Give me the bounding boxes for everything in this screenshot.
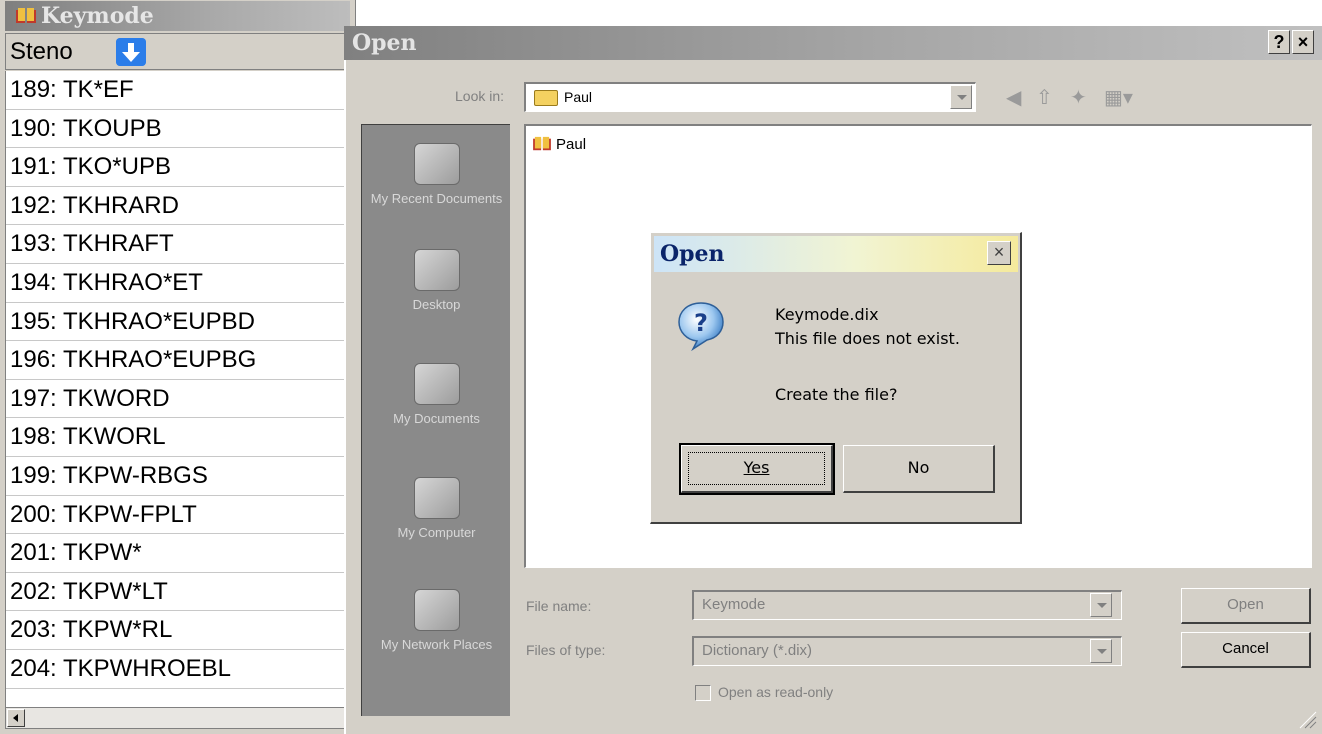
place-network-places[interactable]: My Network Places	[362, 589, 511, 653]
steno-list-item[interactable]: 189: TK*EF	[6, 71, 350, 110]
look-in-value: Paul	[564, 89, 593, 105]
steno-list-item[interactable]: 204: TKPWHROEBL	[6, 650, 350, 689]
svg-text:?: ?	[694, 309, 708, 337]
confirm-question: Create the file?	[775, 385, 898, 404]
confirm-file-name: Keymode.dix	[775, 305, 879, 324]
computer-icon	[413, 477, 460, 519]
steno-list-item[interactable]: 202: TKPW*LT	[6, 573, 350, 612]
confirm-dialog: Open × ? Keymode.dix This file does not …	[650, 232, 1022, 524]
steno-list[interactable]: 189: TK*EF 190: TKOUPB 191: TKO*UPB 192: TK…	[5, 71, 350, 707]
file-type-label: Files of type:	[526, 642, 606, 658]
cancel-button[interactable]: Cancel	[1181, 632, 1311, 668]
confirm-message: This file does not exist.	[775, 329, 960, 348]
focus-rectangle	[688, 452, 825, 485]
new-folder-icon[interactable]: ✦	[1070, 88, 1087, 108]
clock-icon	[413, 143, 460, 185]
question-icon: ?	[678, 302, 724, 351]
folder-icon	[534, 90, 558, 106]
file-name-dropdown-button[interactable]	[1090, 593, 1112, 617]
views-menu-icon[interactable]: ▦▾	[1104, 88, 1133, 108]
look-in-combobox[interactable]: Paul	[524, 82, 976, 112]
file-type-dropdown-button[interactable]	[1090, 639, 1112, 663]
sort-down-arrow-icon[interactable]	[116, 38, 146, 66]
places-bar: My Recent Documents Desktop My Documents…	[361, 124, 510, 716]
steno-list-item[interactable]: 193: TKHRAFT	[6, 225, 350, 264]
open-dialog-title-bar[interactable]: Open	[344, 26, 1322, 60]
steno-list-item[interactable]: 201: TKPW*	[6, 534, 350, 573]
steno-list-item[interactable]: 190: TKOUPB	[6, 110, 350, 149]
help-button[interactable]: ?	[1268, 30, 1290, 54]
read-only-checkbox[interactable]	[695, 685, 711, 701]
keymode-title: Keymode	[41, 3, 154, 29]
steno-list-item[interactable]: 194: TKHRAO*ET	[6, 264, 350, 303]
file-type-select[interactable]: Dictionary (*.dix)	[692, 636, 1122, 666]
steno-list-item[interactable]: 195: TKHRAO*EUPBD	[6, 303, 350, 342]
keymode-window: Keymode Steno 189: TK*EF 190: TKOUPB 191: …	[0, 0, 356, 734]
place-label: My Recent Documents	[370, 191, 503, 206]
back-icon[interactable]: ◀	[1006, 88, 1021, 108]
place-recent-documents[interactable]: My Recent Documents	[362, 143, 511, 207]
steno-column-header[interactable]: Steno	[5, 33, 350, 70]
file-name-input[interactable]: Keymode	[692, 590, 1122, 620]
yes-button[interactable]: Yes	[679, 443, 835, 495]
steno-list-item[interactable]: 192: TKHRARD	[6, 187, 350, 226]
steno-list-item[interactable]: 196: TKHRAO*EUPBG	[6, 341, 350, 380]
steno-list-item[interactable]: 191: TKO*UPB	[6, 148, 350, 187]
place-label: My Computer	[397, 525, 476, 540]
steno-header-label: Steno	[10, 38, 73, 65]
place-my-documents[interactable]: My Documents	[362, 363, 511, 427]
read-only-label: Open as read-only	[718, 684, 834, 700]
no-button[interactable]: No	[843, 445, 995, 493]
look-in-label: Look in:	[455, 88, 505, 104]
file-type-value: Dictionary (*.dix)	[702, 642, 813, 659]
look-in-dropdown-button[interactable]	[950, 85, 972, 109]
file-name-value: Keymode	[702, 596, 766, 613]
horizontal-scrollbar[interactable]	[5, 707, 350, 729]
network-icon	[413, 589, 460, 631]
confirm-close-button[interactable]: ×	[987, 241, 1011, 265]
file-name-label: File name:	[526, 598, 592, 614]
close-button[interactable]: ×	[1292, 30, 1314, 54]
desktop-icon	[413, 249, 460, 291]
open-button[interactable]: Open	[1181, 588, 1311, 624]
up-folder-icon[interactable]: ⇧	[1036, 88, 1053, 108]
place-desktop[interactable]: Desktop	[362, 249, 511, 313]
place-label: My Documents	[393, 411, 480, 426]
steno-list-item[interactable]: 197: TKWORD	[6, 380, 350, 419]
steno-list-item[interactable]: 203: TKPW*RL	[6, 611, 350, 650]
place-my-computer[interactable]: My Computer	[362, 477, 511, 541]
keymode-title-bar[interactable]: Keymode	[5, 1, 350, 31]
documents-folder-icon	[413, 363, 460, 405]
confirm-title-bar[interactable]: Open	[654, 236, 1018, 272]
book-icon	[533, 136, 551, 151]
confirm-title: Open	[660, 241, 725, 267]
place-label: Desktop	[412, 297, 461, 312]
scroll-left-button[interactable]	[7, 709, 25, 727]
file-item-label: Paul	[556, 136, 587, 153]
no-label: No	[907, 458, 930, 477]
open-dialog-title: Open	[352, 30, 417, 56]
book-icon	[16, 8, 36, 23]
resize-grip-icon[interactable]	[1296, 708, 1318, 730]
file-item-paul[interactable]: Paul	[533, 136, 587, 153]
place-label: My Network Places	[380, 637, 493, 652]
steno-list-item[interactable]: 200: TKPW-FPLT	[6, 496, 350, 535]
steno-list-item[interactable]: 198: TKWORL	[6, 418, 350, 457]
steno-list-item[interactable]: 199: TKPW-RBGS	[6, 457, 350, 496]
